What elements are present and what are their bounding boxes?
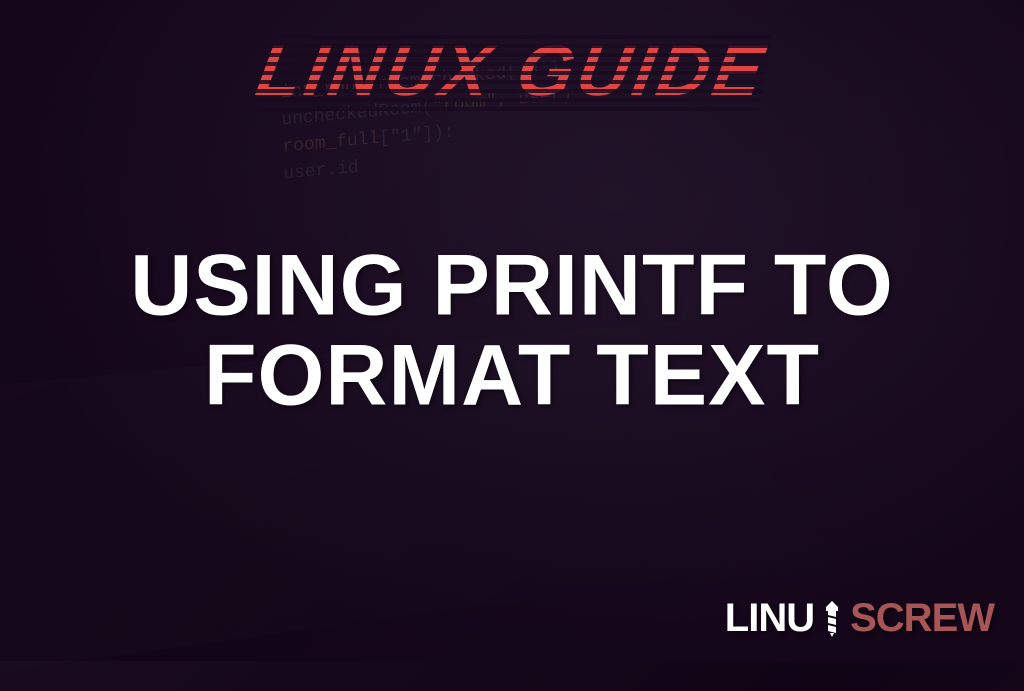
logo-prefix: LINU: [725, 596, 814, 641]
screw-icon: [812, 599, 852, 639]
brand-logo: LINU SCREW: [725, 596, 994, 641]
main-title-line1: USING PRINTF TO: [0, 240, 1024, 330]
main-title-line2: FORMAT TEXT: [0, 331, 1024, 421]
logo-suffix: SCREW: [850, 596, 994, 641]
main-title: USING PRINTF TO FORMAT TEXT: [0, 240, 1024, 421]
category-title-container: LINUX GUIDE: [258, 30, 766, 112]
category-title: LINUX GUIDE: [251, 30, 773, 112]
